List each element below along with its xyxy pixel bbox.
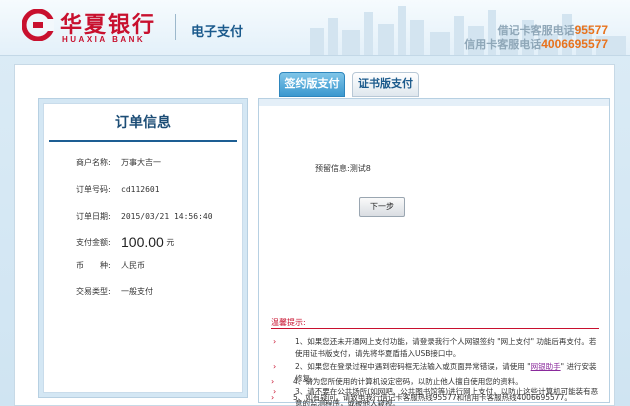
txn-type-row: 交易类型: 一般支付	[76, 286, 153, 297]
tip-text-start: 2、如果您在登录过程中遇到密码框无法输入或页面异常错误，请使用 "	[295, 362, 531, 371]
order-title-divider	[49, 140, 237, 142]
order-info-title: 订单信息	[115, 115, 171, 131]
tab-certificate-payment[interactable]: 证书版支付	[352, 72, 419, 97]
payment-panel-header	[259, 99, 609, 106]
tip-text: 1、如果您还未开通网上支付功能，请登录我行个人网银签约 "网上支付" 功能后再支…	[295, 337, 597, 358]
tip-arrow-icon: ›	[271, 393, 275, 402]
tab-contract-payment[interactable]: 签约版支付	[279, 72, 345, 97]
amount-label: 支付金额:	[76, 238, 111, 247]
page-header: 华夏银行 HUAXIA BANK 电子支付 借记卡客服电话95577 信用卡客服…	[0, 0, 630, 56]
merchant-label: 商户名称:	[76, 158, 111, 167]
order-info-card: 订单信息 商户名称: 万事大吉一 订单号码: cd112601 订单日期: 2015/…	[43, 103, 243, 393]
payment-panel: 预留信息:测试8 下一步 温馨提示: › 1、如果您还未开通网上支付功能，请登录…	[258, 98, 610, 406]
tips-divider	[271, 328, 599, 329]
tip-text: 5、如有疑问，请致电我行借记卡客服热线95577和信用卡客服热线40066955…	[293, 393, 572, 402]
tip-item: › 1、如果您还未开通网上支付功能，请登录我行个人网银签约 "网上支付" 功能后…	[273, 336, 603, 360]
reserved-info-label: 预留信息:	[315, 164, 350, 173]
credit-hotline-label: 信用卡客服电话	[464, 39, 542, 51]
order-no-label: 订单号码:	[76, 185, 111, 194]
tip-arrow-icon: ›	[273, 362, 277, 371]
order-date-value: 2015/03/21 14:56:40	[121, 212, 213, 221]
amount-unit: 元	[166, 238, 175, 247]
merchant-row: 商户名称: 万事大吉一	[76, 157, 161, 168]
amount-row: 支付金额: 100.00 元	[76, 234, 174, 250]
amount-value: 100.00	[121, 234, 164, 250]
reserved-info-value: 测试8	[349, 164, 371, 173]
currency-label: 币 种:	[76, 261, 111, 270]
tip-item: › 5、如有疑问，请致电我行借记卡客服热线95577和信用卡客服热线400669…	[271, 392, 601, 404]
credit-hotline-number: 4006695577	[541, 37, 608, 51]
next-step-button[interactable]: 下一步	[359, 197, 405, 217]
currency-value: 人民币	[121, 261, 145, 270]
tip-arrow-icon: ›	[273, 337, 277, 346]
credit-hotline: 信用卡客服电话4006695577	[464, 36, 608, 52]
merchant-value: 万事大吉一	[121, 158, 161, 167]
order-date-label: 订单日期:	[76, 212, 111, 221]
currency-row: 币 种: 人民币	[76, 260, 145, 271]
tip-text: 4、请为您所使用的计算机设定密码，以防止他人擅自使用您的资料。	[293, 377, 523, 386]
order-info-panel: 订单信息 商户名称: 万事大吉一 订单号码: cd112601 订单日期: 2015/…	[38, 98, 248, 398]
order-no-value: cd112601	[121, 185, 160, 194]
page-subtitle: 电子支付	[191, 24, 244, 39]
tips-title: 温馨提示:	[271, 318, 306, 327]
order-no-row: 订单号码: cd112601	[76, 184, 160, 195]
order-date-row: 订单日期: 2015/03/21 14:56:40	[76, 211, 213, 222]
header-divider	[175, 14, 176, 40]
huaxia-logo-icon	[22, 9, 54, 41]
reserved-info: 预留信息:测试8	[315, 163, 371, 174]
txn-type-value: 一般支付	[121, 287, 153, 296]
main-panel: 签约版支付 证书版支付 订单信息 商户名称: 万事大吉一 订单号码: cd11260…	[14, 64, 615, 406]
tip-item: › 4、请为您所使用的计算机设定密码，以防止他人擅自使用您的资料。	[271, 376, 601, 388]
txn-type-label: 交易类型:	[76, 287, 111, 296]
assistant-link[interactable]: 网银助手	[531, 362, 561, 371]
tip-arrow-icon: ›	[271, 377, 275, 386]
brand-name-en: HUAXIA BANK	[62, 35, 146, 44]
debit-hotline-number: 95577	[574, 23, 608, 37]
